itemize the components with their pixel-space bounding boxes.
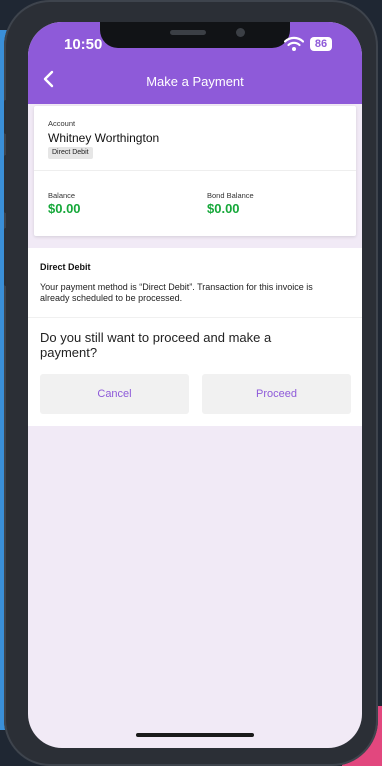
notch [100,22,290,48]
bond-balance-label: Bond Balance [207,191,254,200]
mute-switch [4,100,8,134]
front-camera [236,28,245,37]
direct-debit-title: Direct Debit [40,262,91,272]
account-card: Account Whitney Worthington Direct Debit… [34,106,356,236]
volume-up-button [4,155,8,213]
speaker-grille [170,30,206,35]
account-name: Whitney Worthington [48,131,160,145]
chevron-left-icon[interactable] [38,68,60,90]
payment-method-badge: Direct Debit [48,147,93,159]
account-label: Account [48,119,76,128]
bond-balance-value: $0.00 [207,201,240,216]
direct-debit-section: Direct Debit Your payment method is “Dir… [28,248,362,426]
section-divider [28,317,362,318]
proceed-button[interactable]: Proceed [202,374,351,414]
balance-label: Balance [48,191,76,200]
direct-debit-message: Your payment method is “Direct Debit”. T… [40,282,313,303]
status-time: 10:50 [64,36,103,53]
battery-indicator: 86 [310,37,332,51]
card-divider [34,170,356,171]
wifi-icon [284,36,304,51]
app-screen: 10:50 86 Make a Payment Account Whitney … [28,22,362,748]
home-indicator[interactable] [136,733,254,737]
app-header: 10:50 86 Make a Payment [28,22,362,104]
cancel-button[interactable]: Cancel [40,374,189,414]
volume-down-button [4,228,8,286]
proceed-question: Do you still want to proceed and make a … [40,330,272,360]
page-title: Make a Payment [146,74,244,89]
balance-value: $0.00 [48,201,81,216]
